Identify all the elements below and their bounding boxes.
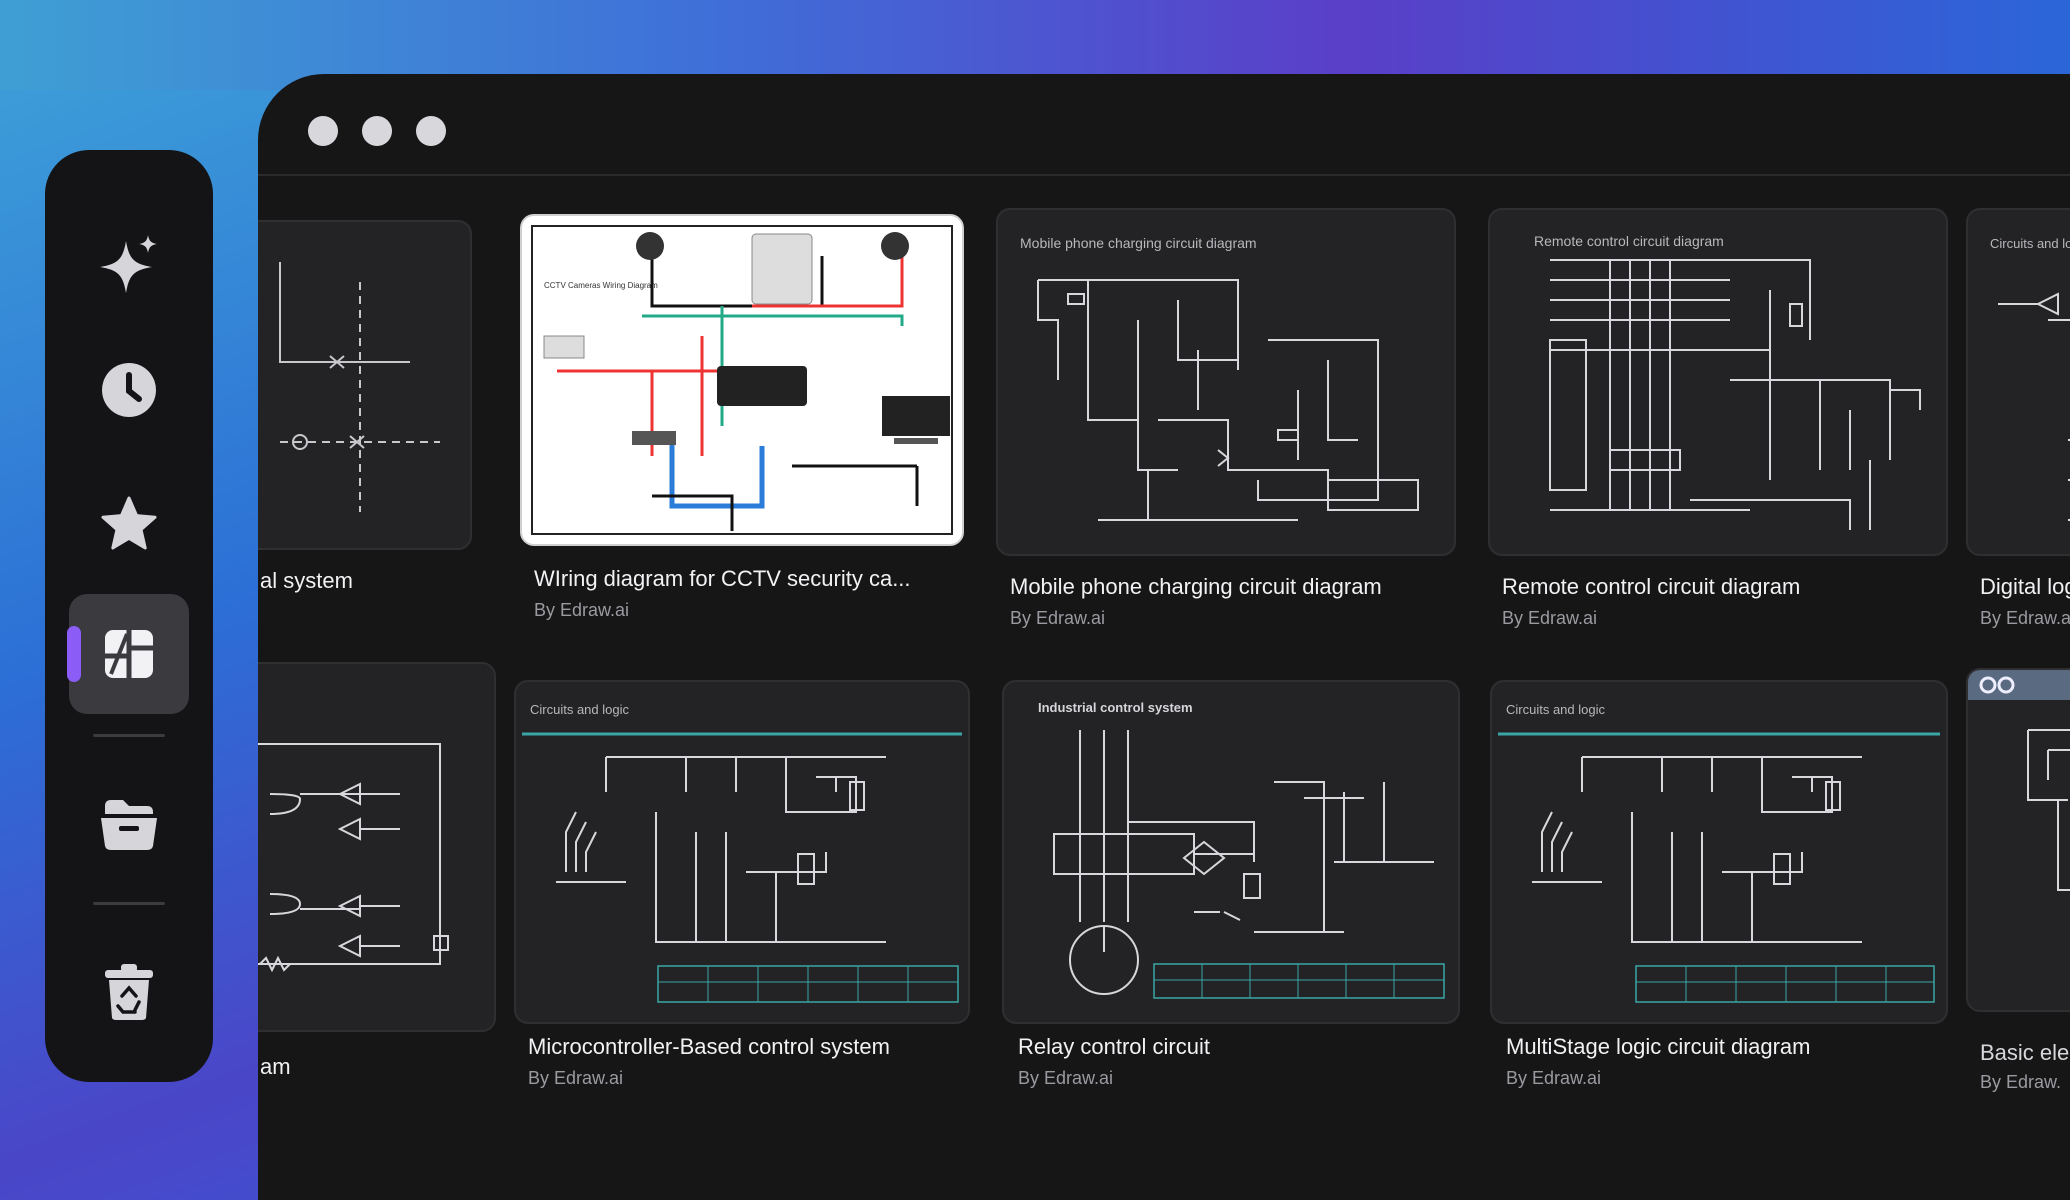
sidebar-item-trash[interactable]	[69, 932, 189, 1052]
thumb-label: Remote control circuit diagram	[1534, 233, 1724, 249]
card-title: WIring diagram for CCTV security ca...	[534, 566, 911, 591]
sidebar-item-templates[interactable]	[67, 594, 189, 714]
card-thumbnail: Circuits and logic	[1490, 680, 1948, 1024]
card-thumbnail: Circuits and lo	[1966, 208, 2070, 556]
active-indicator	[67, 626, 81, 682]
microcontroller-circuit-diagram: Circuits and logic	[522, 702, 962, 1003]
sidebar-item-favorites[interactable]	[69, 464, 189, 584]
card-thumbnail: Circuits and logic	[514, 680, 970, 1024]
star-icon	[101, 496, 157, 550]
sidebar-divider	[93, 902, 165, 905]
thumb-label: Industrial control system	[1038, 700, 1193, 715]
basic-electrical-diagram	[1968, 670, 2070, 891]
main-window: al system CCTV Cameras Wiring Diagram WI…	[258, 74, 2070, 1200]
card-title: al system	[260, 568, 353, 593]
card-title: Digital log	[1980, 574, 2070, 599]
charging-circuit-diagram: Mobile phone charging circuit diagram	[1020, 235, 1419, 521]
trash-icon	[105, 964, 153, 1020]
card-author: By Edraw.ai	[1010, 608, 1106, 628]
card-title: Basic ele	[1980, 1040, 2070, 1065]
card-author: By Edraw.a	[1980, 608, 2070, 628]
pipe-diagram	[279, 262, 440, 512]
thumb-label: Circuits and logic	[1506, 702, 1605, 717]
sidebar-item-files[interactable]	[69, 764, 189, 884]
folder-icon	[101, 800, 157, 850]
cctv-wiring-diagram: CCTV Cameras Wiring Diagram	[531, 225, 953, 535]
card-thumbnail: Mobile phone charging circuit diagram	[996, 208, 1456, 556]
title-bar	[258, 74, 2070, 176]
card-thumbnail: CCTV Cameras Wiring Diagram	[520, 214, 964, 546]
templates-icon	[105, 630, 153, 678]
card-title: Relay control circuit	[1018, 1034, 1210, 1059]
sidebar	[45, 150, 213, 1082]
thumb-label: Circuits and logic	[530, 702, 629, 717]
relay-control-circuit-diagram: Industrial control system	[1038, 700, 1445, 999]
clock-icon	[102, 363, 156, 417]
card-title: Mobile phone charging circuit diagram	[1010, 574, 1382, 599]
card-thumbnail	[1966, 668, 2070, 1012]
card-author: By Edraw.ai	[1018, 1068, 1114, 1088]
remote-control-circuit-diagram: Remote control circuit diagram	[1534, 233, 1921, 530]
window-control-close[interactable]	[308, 116, 338, 146]
card-author: By Edraw.ai	[1506, 1068, 1602, 1088]
sidebar-item-recent[interactable]	[69, 330, 189, 450]
card-author: By Edraw.ai	[534, 600, 630, 620]
card-thumbnail	[258, 220, 472, 550]
thumb-label: Circuits and lo	[1990, 236, 2070, 251]
window-control-maximize[interactable]	[416, 116, 446, 146]
card-title: Remote control circuit diagram	[1502, 574, 1801, 599]
thumb-label: CCTV Cameras Wiring Diagram	[544, 281, 658, 290]
sparkle-icon	[100, 235, 157, 293]
card-title: MultiStage logic circuit diagram	[1506, 1034, 1811, 1059]
digital-logic-diagram: Circuits and lo	[1990, 236, 2070, 521]
sidebar-divider	[93, 734, 165, 737]
sidebar-item-ai[interactable]	[69, 206, 189, 326]
thumb-label: Mobile phone charging circuit diagram	[1020, 235, 1257, 251]
card-author: By Edraw.ai	[1502, 608, 1598, 628]
card-author: By Edraw.ai	[528, 1068, 624, 1088]
multistage-logic-circuit-diagram: Circuits and logic	[1498, 702, 1940, 1003]
card-thumbnail: Industrial control system	[1002, 680, 1460, 1024]
card-title: Microcontroller-Based control system	[528, 1034, 890, 1059]
card-thumbnail: Remote control circuit diagram	[1488, 208, 1948, 556]
window-control-minimize[interactable]	[362, 116, 392, 146]
card-author: By Edraw.	[1980, 1072, 2062, 1092]
card-thumbnail	[258, 662, 496, 1032]
logic-gate-diagram	[258, 743, 449, 973]
card-title: am	[260, 1054, 291, 1079]
